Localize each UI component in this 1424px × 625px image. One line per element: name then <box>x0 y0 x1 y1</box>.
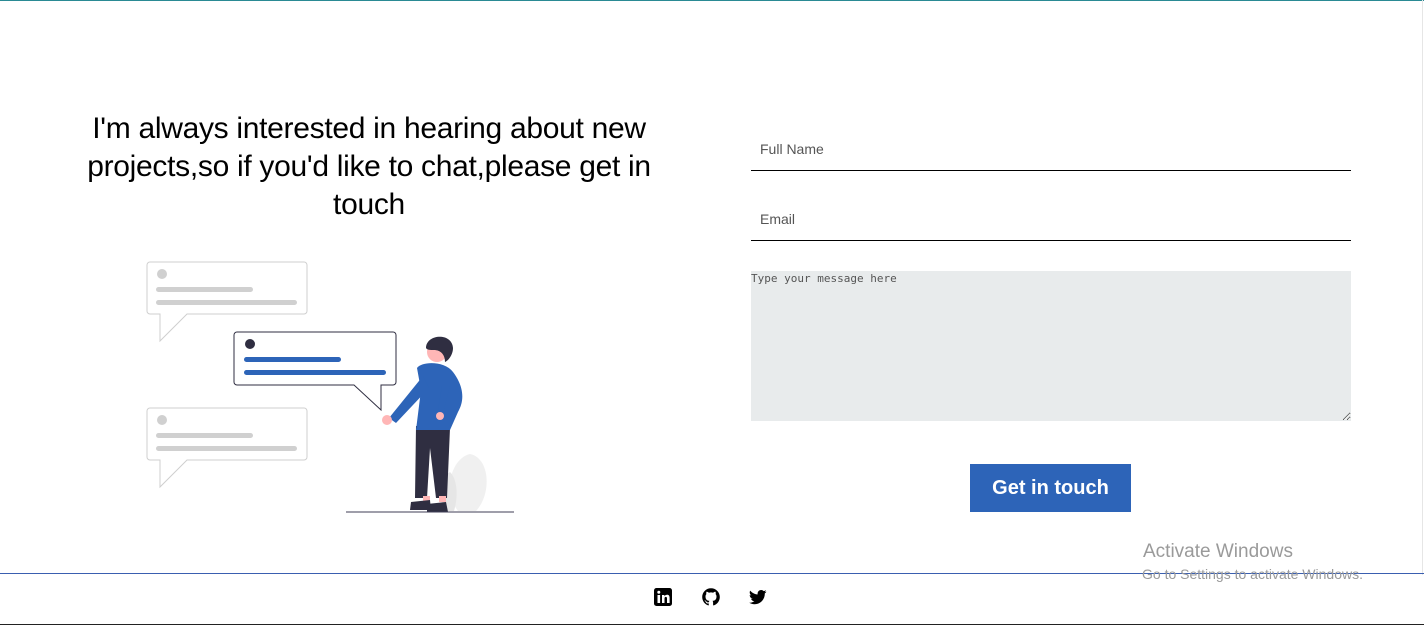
right-border <box>1422 0 1423 575</box>
top-border <box>0 0 1424 1</box>
chat-illustration <box>146 261 514 513</box>
activate-windows-watermark: Activate Windows Go to Settings to activ… <box>1142 541 1363 583</box>
get-in-touch-button[interactable]: Get in touch <box>970 464 1131 512</box>
linkedin-icon[interactable] <box>653 587 673 607</box>
github-icon[interactable] <box>701 587 721 607</box>
chat-bubble-active <box>233 331 397 412</box>
twitter-icon[interactable] <box>748 587 768 607</box>
activate-windows-title: Activate Windows <box>1143 541 1293 562</box>
chat-bubble-top <box>146 261 308 343</box>
activate-windows-subtitle: Go to Settings to activate Windows. <box>1142 566 1363 582</box>
full-name-input[interactable] <box>751 127 1351 171</box>
contact-headline: I'm always interested in hearing about n… <box>87 112 651 221</box>
message-textarea[interactable] <box>751 271 1351 421</box>
chat-bubble-bottom <box>146 407 308 489</box>
email-input[interactable] <box>751 197 1351 241</box>
